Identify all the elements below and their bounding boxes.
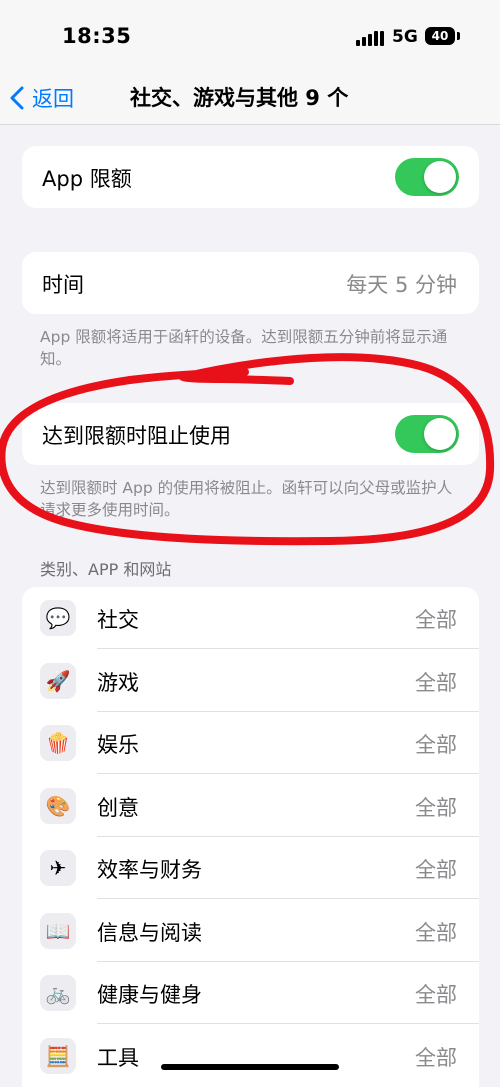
categories-list: 💬 社交 全部 🚀 游戏 全部 🍿 娱乐 全部 🎨 创意 全部 ✈ 效率与财务 全部 📖 信息与阅读 全部 🚲 健康与… (22, 587, 479, 1087)
category-row[interactable]: 🚀 游戏 全部 (22, 650, 479, 712)
social-icon: 💬 (40, 600, 76, 636)
category-row[interactable]: 🎨 创意 全部 (22, 775, 479, 837)
home-indicator (161, 1064, 339, 1070)
battery-icon: 40 (425, 27, 455, 45)
palette-icon: 🎨 (40, 787, 76, 824)
category-value: 全部 (415, 608, 457, 632)
category-row[interactable]: 🍿 娱乐 全部 (22, 712, 479, 774)
status-time: 18:35 (62, 24, 132, 48)
category-row[interactable]: 📖 信息与阅读 全部 (22, 900, 479, 962)
status-bar: 18:35 5G 40 (0, 0, 500, 70)
category-label: 娱乐 (97, 733, 139, 757)
category-label: 信息与阅读 (97, 920, 202, 945)
category-value: 全部 (415, 1045, 457, 1070)
time-value: 每天 5 分钟 (346, 273, 457, 297)
time-card[interactable]: 时间 每天 5 分钟 (22, 252, 479, 314)
category-value: 全部 (415, 670, 457, 695)
category-row[interactable]: 🚲 健康与健身 全部 (22, 962, 479, 1024)
category-row[interactable]: 💬 社交 全部 (22, 587, 479, 649)
category-label: 健康与健身 (97, 983, 202, 1007)
block-footnote: 达到限额时 App 的使用将被阻止。函轩可以向父母或监护人请求更多使用时间。 (40, 479, 453, 519)
category-row[interactable]: ✈ 效率与财务 全部 (22, 837, 479, 899)
app-limit-card: App 限额 (22, 146, 479, 208)
popcorn-icon: 🍿 (40, 725, 76, 761)
calculator-icon: 🧮 (40, 1037, 76, 1074)
category-value: 全部 (415, 858, 457, 882)
category-label: 社交 (97, 608, 139, 632)
book-icon: 📖 (40, 912, 76, 949)
paper-plane-icon: ✈ (40, 850, 76, 886)
network-type: 5G (392, 27, 418, 47)
bicycle-icon: 🚲 (40, 975, 76, 1011)
navigation-bar: 返回 社交、游戏与其他 9 个 (0, 70, 500, 125)
rocket-icon: 🚀 (40, 662, 76, 699)
battery-tip (457, 32, 460, 40)
chevron-left-icon (10, 86, 24, 110)
category-label: 工具 (97, 1045, 139, 1070)
category-label: 创意 (97, 795, 139, 820)
page-title: 社交、游戏与其他 9 个 (130, 86, 349, 110)
time-label: 时间 (42, 273, 84, 297)
category-value: 全部 (415, 795, 457, 820)
block-at-limit-label: 达到限额时阻止使用 (42, 424, 231, 448)
block-at-limit-card: 达到限额时阻止使用 (22, 403, 479, 465)
back-label: 返回 (32, 87, 74, 111)
category-label: 游戏 (97, 670, 139, 695)
app-limit-label: App 限额 (42, 167, 132, 191)
category-value: 全部 (415, 920, 457, 945)
category-value: 全部 (415, 983, 457, 1007)
cellular-signal-icon (356, 30, 384, 46)
category-label: 效率与财务 (97, 858, 202, 882)
app-limit-toggle[interactable] (395, 158, 459, 196)
back-button[interactable]: 返回 (10, 78, 74, 118)
categories-section-header: 类别、APP 和网站 (40, 560, 172, 579)
block-at-limit-toggle[interactable] (395, 415, 459, 453)
category-row[interactable]: 🧮 工具 全部 (22, 1025, 479, 1087)
category-value: 全部 (415, 733, 457, 757)
time-footnote: App 限额将适用于函轩的设备。达到限额五分钟前将显示通知。 (40, 328, 448, 368)
